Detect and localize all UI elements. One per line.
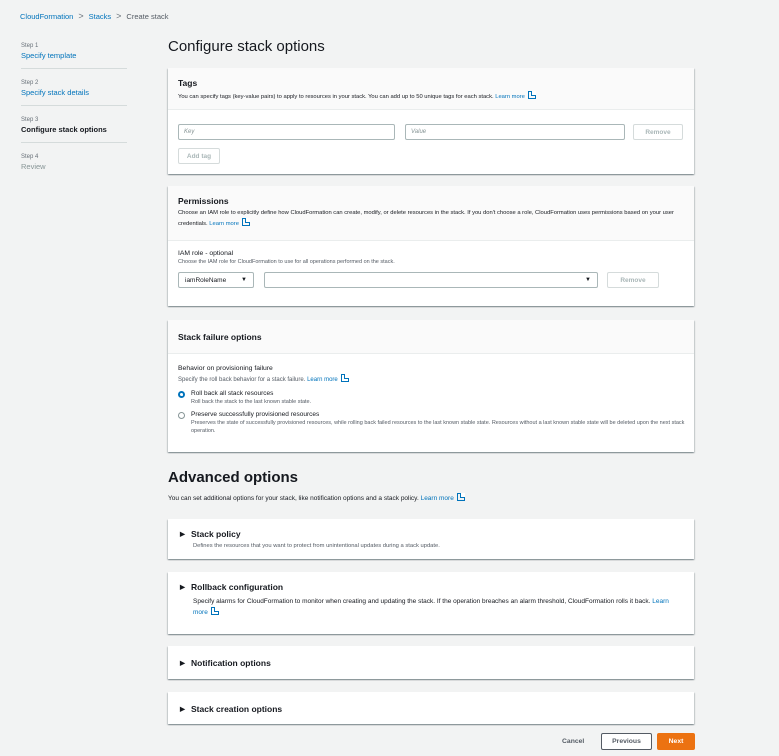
failure-behavior-description: Specify the roll back behavior for a sta… [178,374,688,383]
permissions-title: Permissions [178,196,229,206]
tag-key-input[interactable]: Key [178,124,395,140]
iam-role-type-select[interactable]: iamRoleName ▼ [178,272,254,288]
iam-role-label: IAM role - optional [178,250,234,257]
tags-description: You can specify tags (key-value pairs) t… [178,91,684,102]
rollback-all-radio[interactable] [178,391,185,398]
external-link-icon [210,607,219,615]
caret-right-icon: ▶ [180,706,185,713]
step-2[interactable]: Step 2 Specify stack details [21,80,127,106]
advanced-options-description: You can set additional options for your … [168,493,465,502]
tag-value-input[interactable]: Value [405,124,625,140]
stack-creation-options-title: Stack creation options [191,704,283,714]
stack-policy-header[interactable]: ▶ Stack policy [180,529,682,539]
caret-down-icon: ▼ [241,277,247,283]
step-label: Configure stack options [21,125,107,134]
step-label[interactable]: Specify template [21,51,127,60]
breadcrumb-separator: > [78,11,84,21]
page-title: Configure stack options [168,38,325,55]
tags-panel: Tags You can specify tags (key-value pai… [168,68,694,174]
stack-creation-options-expander[interactable]: ▶ Stack creation options [168,692,694,724]
notification-options-header[interactable]: ▶ Notification options [180,658,682,668]
iam-remove-button[interactable]: Remove [607,272,659,288]
breadcrumb-current: Create stack [126,11,169,21]
permissions-description: Choose an IAM role to explicitly define … [178,210,674,227]
previous-button[interactable]: Previous [601,733,652,750]
rollback-all-title: Roll back all stack resources [191,390,274,397]
notification-options-expander[interactable]: ▶ Notification options [168,646,694,679]
tags-title: Tags [178,78,198,88]
wizard-steps: Step 1 Specify template Step 2 Specify s… [21,43,131,190]
caret-down-icon: ▼ [585,277,591,283]
breadcrumb-stacks[interactable]: Stacks [89,12,112,21]
external-link-icon [340,374,349,382]
caret-right-icon: ▶ [180,660,185,667]
advanced-learn-more-link[interactable]: Learn more [421,495,454,502]
caret-right-icon: ▶ [180,531,185,538]
failure-behavior-field: Behavior on provisioning failure Specify… [178,365,688,440]
caret-right-icon: ▶ [180,584,185,591]
permissions-learn-more-link[interactable]: Learn more [209,221,239,227]
rollback-all-option[interactable]: Roll back all stack resources Roll back … [178,390,688,406]
step-number: Step 3 [21,117,39,123]
tag-remove-button[interactable]: Remove [633,124,683,140]
preserve-resources-option[interactable]: Preserve successfully provisioned resour… [178,411,688,435]
step-label: Review [21,162,46,171]
stack-failure-panel: Stack failure options Behavior on provis… [168,320,694,452]
rollback-all-description: Roll back the stack to the last known st… [191,399,312,405]
iam-role-select[interactable]: ▼ [264,272,598,288]
iam-role-description: Choose the IAM role for CloudFormation t… [178,259,395,265]
external-link-icon [456,493,465,501]
stack-failure-header: Stack failure options [168,320,694,354]
cancel-button[interactable]: Cancel [562,738,584,745]
stack-policy-expander[interactable]: ▶ Stack policy Defines the resources tha… [168,519,694,559]
permissions-header: Permissions Choose an IAM role to explic… [168,186,694,241]
iam-role-field: IAM role - optional Choose the IAM role … [178,250,395,269]
stack-creation-options-header[interactable]: ▶ Stack creation options [180,704,682,714]
breadcrumb-cloudformation[interactable]: CloudFormation [20,12,73,21]
preserve-resources-title: Preserve successfully provisioned resour… [191,411,320,418]
iam-role-type-value: iamRoleName [185,276,227,284]
step-label[interactable]: Specify stack details [21,88,127,97]
stack-failure-title: Stack failure options [178,332,262,342]
external-link-icon [527,91,536,99]
stack-policy-title: Stack policy [191,529,241,539]
tags-header: Tags You can specify tags (key-value pai… [168,68,694,110]
step-number: Step 1 [21,43,39,49]
rollback-configuration-description: Specify alarms for CloudFormation to mon… [193,598,669,616]
stack-policy-description: Defines the resources that you want to p… [193,543,440,549]
preserve-resources-radio[interactable] [178,412,185,419]
step-4: Step 4 Review [21,154,127,179]
failure-learn-more-link[interactable]: Learn more [307,377,338,383]
step-3: Step 3 Configure stack options [21,117,127,143]
step-number: Step 4 [21,154,39,160]
notification-options-title: Notification options [191,658,271,668]
tags-learn-more-link[interactable]: Learn more [495,94,525,100]
preserve-resources-description: Preserves the state of successfully prov… [191,420,685,434]
breadcrumb-separator: > [116,11,122,21]
rollback-configuration-expander[interactable]: ▶ Rollback configuration Specify alarms … [168,572,694,634]
advanced-options-title: Advanced options [168,469,299,486]
external-link-icon [241,218,250,226]
breadcrumb: CloudFormation > Stacks > Create stack [20,11,169,21]
permissions-panel: Permissions Choose an IAM role to explic… [168,186,694,306]
add-tag-button[interactable]: Add tag [178,148,220,164]
rollback-configuration-title: Rollback configuration [191,582,284,592]
next-button[interactable]: Next [657,733,695,750]
step-number: Step 2 [21,80,39,86]
rollback-configuration-header[interactable]: ▶ Rollback configuration [180,582,682,592]
failure-behavior-label: Behavior on provisioning failure [178,365,273,372]
step-1[interactable]: Step 1 Specify template [21,43,127,69]
